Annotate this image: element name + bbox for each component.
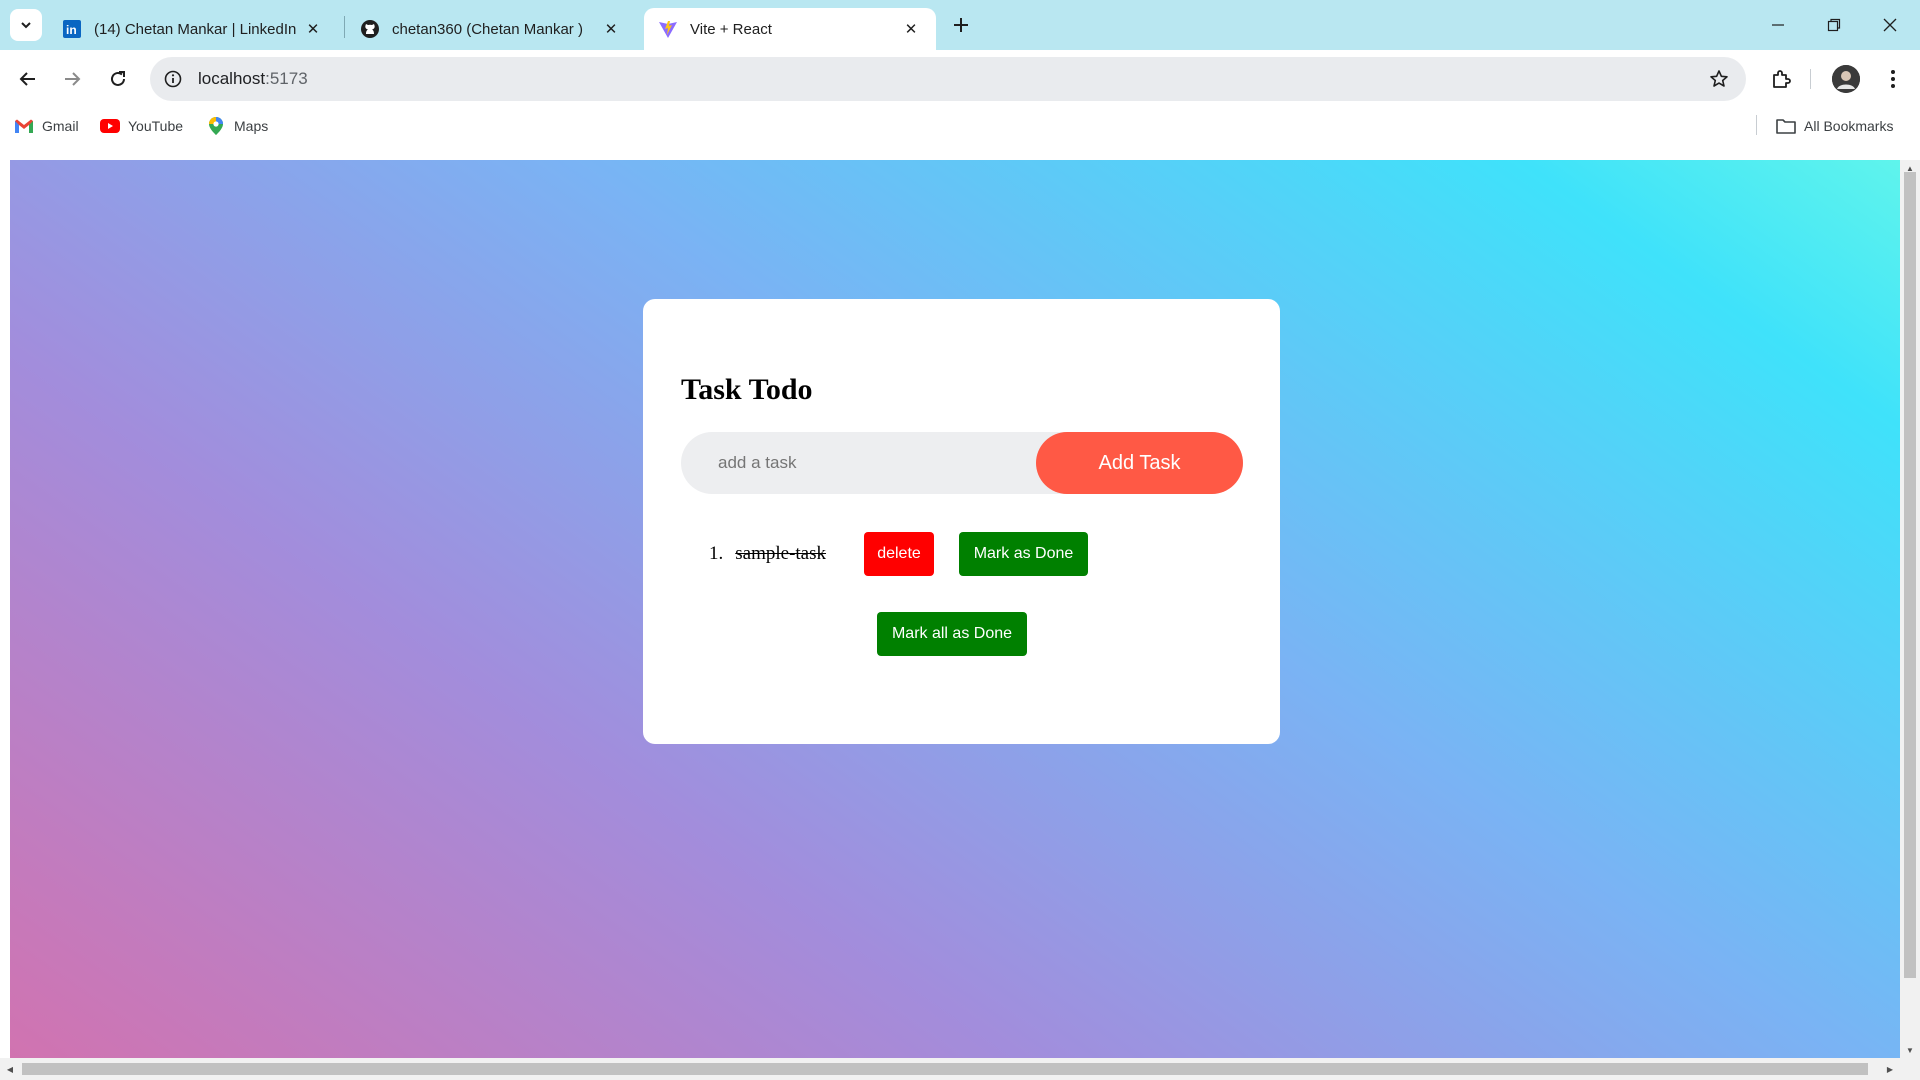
close-icon[interactable]: ✕ [600, 18, 622, 40]
url-host: localhost [198, 69, 266, 88]
bookmark-star-icon[interactable] [1708, 68, 1730, 90]
restore-icon [1827, 18, 1841, 32]
maps-icon [206, 116, 226, 136]
task-input-group: Add Task [681, 432, 1243, 494]
gmail-icon [14, 116, 34, 136]
url-text: localhost:5173 [198, 69, 308, 89]
bookmarks-bar [0, 108, 1920, 160]
task-number: 1. [709, 543, 724, 564]
mark-all-done-button[interactable]: Mark all as Done [877, 612, 1027, 656]
close-icon [1883, 18, 1897, 32]
svg-text:in: in [66, 23, 77, 37]
toolbar-divider [1810, 69, 1811, 89]
avatar-icon [1832, 65, 1860, 93]
minimize-button[interactable] [1750, 0, 1806, 50]
bookmark-youtube[interactable]: YouTube [100, 115, 183, 137]
bookmark-label: YouTube [128, 118, 184, 134]
add-task-button[interactable]: Add Task [1036, 432, 1243, 494]
all-bookmarks-label: All Bookmarks [1804, 118, 1894, 134]
bookmark-label: Maps [234, 118, 269, 134]
page-viewport: Task Todo Add Task 1. sample-task delete… [10, 160, 1900, 1058]
bookmark-gmail[interactable]: Gmail [14, 115, 79, 137]
restore-button[interactable] [1806, 0, 1862, 50]
arrow-left-icon [19, 72, 35, 86]
task-input[interactable] [681, 432, 1061, 494]
scroll-right-icon[interactable]: ▶ [1880, 1058, 1900, 1080]
forward-button[interactable] [56, 63, 88, 95]
scroll-left-icon[interactable]: ◀ [0, 1058, 20, 1080]
reload-button[interactable] [102, 63, 134, 95]
minimize-icon [1772, 24, 1784, 26]
linkedin-icon: in [62, 19, 82, 39]
task-text: sample-task [735, 543, 827, 564]
extensions-button[interactable] [1766, 64, 1796, 94]
tab-linkedin[interactable]: in (14) Chetan Mankar | LinkedIn ✕ [48, 8, 338, 50]
back-button[interactable] [12, 63, 44, 95]
url-port: :5173 [265, 69, 308, 88]
github-icon [360, 19, 380, 39]
horizontal-scrollbar[interactable]: ◀ ▶ [0, 1058, 1920, 1080]
todo-card: Task Todo Add Task 1. sample-task delete… [643, 299, 1280, 744]
tab-title: Vite + React [690, 20, 772, 38]
address-bar[interactable]: localhost:5173 [150, 57, 1746, 101]
close-icon[interactable]: ✕ [900, 18, 922, 40]
tab-search-button[interactable] [10, 9, 42, 41]
tab-github[interactable]: chetan360 (Chetan Mankar ) ✕ [346, 8, 636, 50]
tab-strip: in (14) Chetan Mankar | LinkedIn ✕ cheta… [0, 0, 1920, 50]
vite-icon [658, 19, 678, 39]
horizontal-scroll-thumb[interactable] [22, 1063, 1868, 1075]
plus-icon [954, 18, 968, 32]
more-vert-icon [1891, 70, 1895, 88]
task-list-item: 1. sample-task [709, 532, 826, 576]
bookmark-label: Gmail [42, 118, 79, 134]
tab-title: (14) Chetan Mankar | LinkedIn [94, 20, 297, 38]
vertical-scrollbar[interactable]: ▲ ▼ [1900, 160, 1920, 1058]
tab-vite-react[interactable]: Vite + React ✕ [644, 8, 936, 50]
mark-done-button[interactable]: Mark as Done [959, 532, 1088, 576]
tab-title: chetan360 (Chetan Mankar ) [392, 20, 583, 38]
page-title: Task Todo [681, 373, 813, 406]
vertical-scroll-thumb[interactable] [1904, 172, 1916, 978]
bookmark-maps[interactable]: Maps [206, 115, 268, 137]
tab-divider [344, 16, 345, 38]
menu-button[interactable] [1878, 64, 1908, 94]
chevron-down-icon [21, 22, 31, 29]
close-icon[interactable]: ✕ [302, 18, 324, 40]
scroll-down-icon[interactable]: ▼ [1900, 1044, 1920, 1056]
new-tab-button[interactable] [946, 10, 976, 40]
profile-avatar[interactable] [1832, 65, 1860, 93]
bookmarks-divider [1756, 115, 1757, 135]
close-window-button[interactable] [1862, 0, 1918, 50]
folder-icon [1776, 116, 1796, 136]
reload-icon [111, 71, 125, 86]
arrow-right-icon [65, 72, 81, 86]
youtube-icon [100, 116, 120, 136]
all-bookmarks-button[interactable]: All Bookmarks [1776, 115, 1893, 137]
puzzle-icon [1773, 70, 1791, 88]
delete-task-button[interactable]: delete [864, 532, 934, 576]
site-info-icon[interactable] [162, 68, 184, 90]
